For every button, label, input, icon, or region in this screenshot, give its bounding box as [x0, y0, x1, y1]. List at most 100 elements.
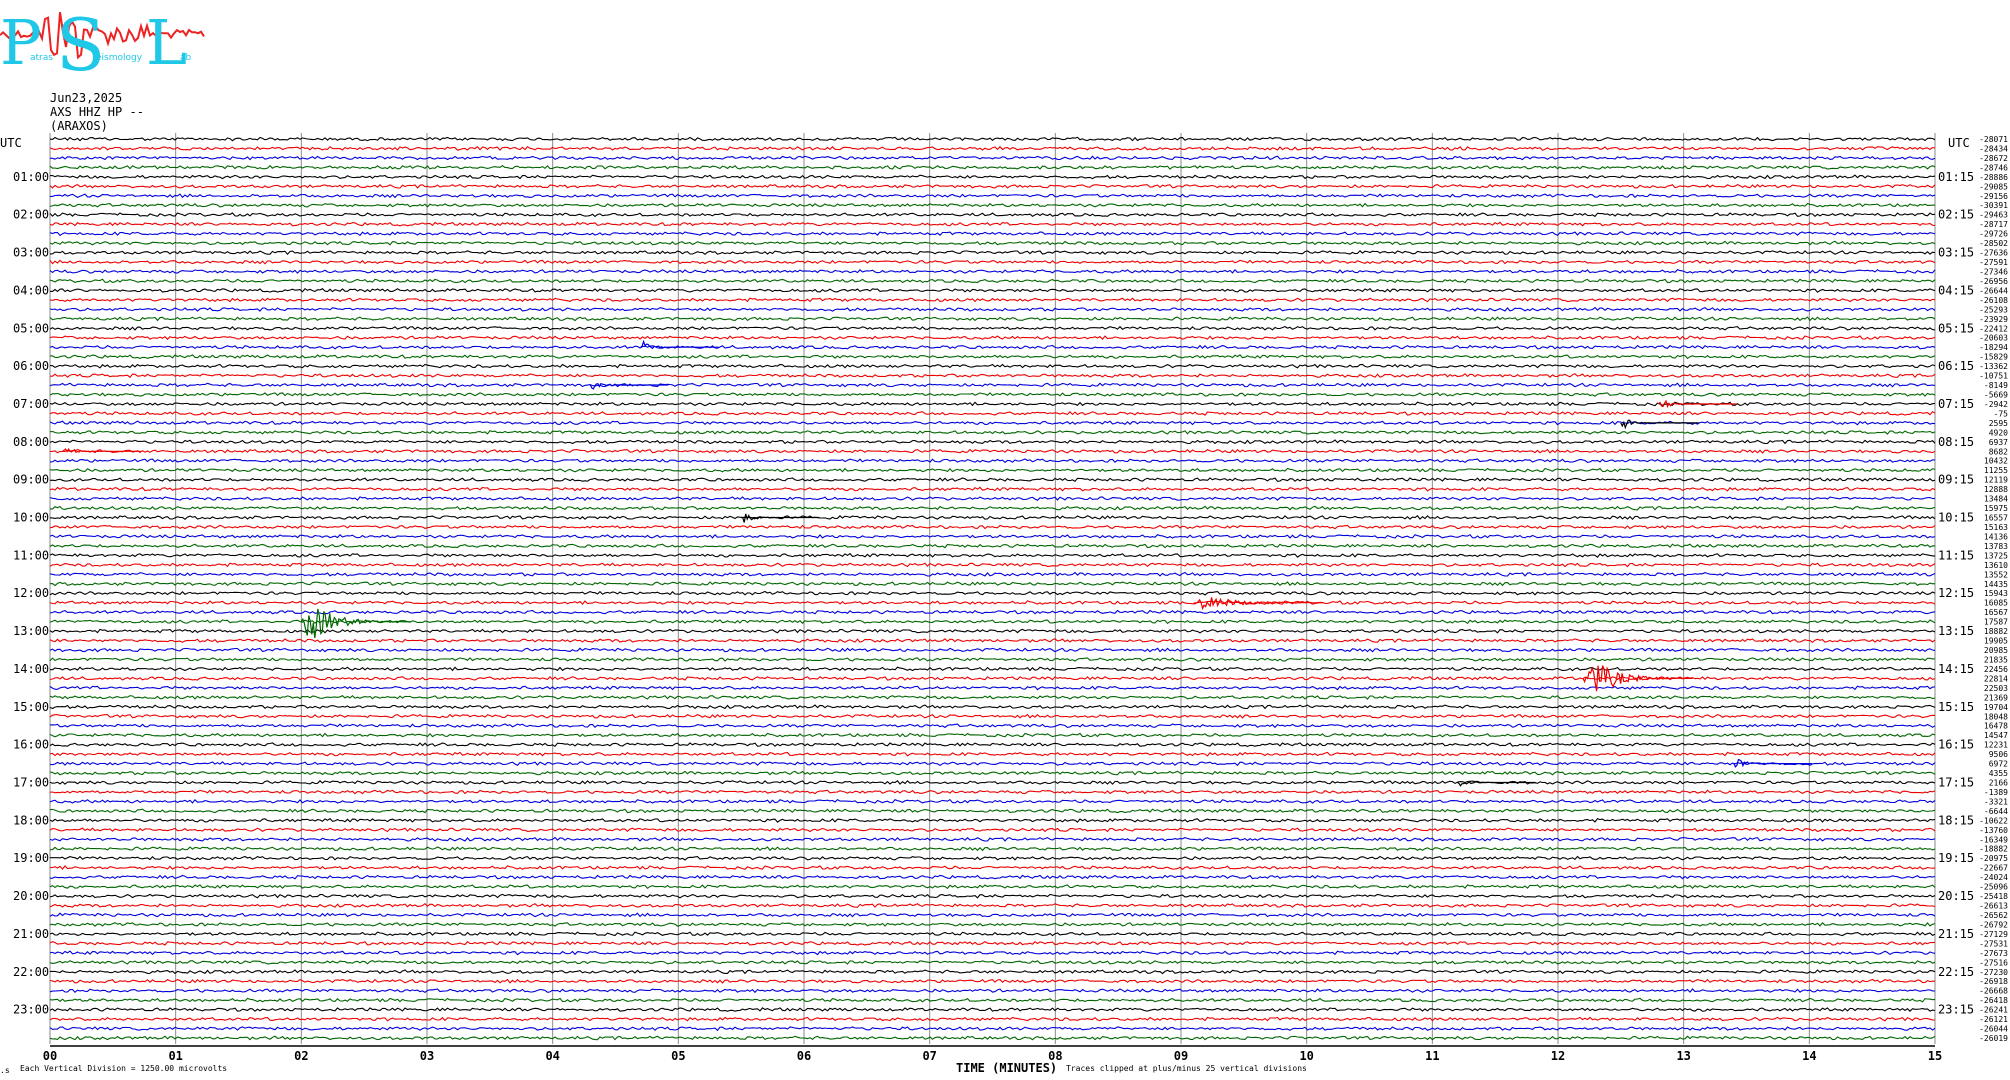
trace-93 — [49, 1016, 1936, 1022]
trace-18 — [49, 306, 1936, 312]
trace-group — [49, 136, 1936, 1041]
trace-56 — [50, 666, 1936, 672]
hour-label-left: 01:00 — [13, 170, 49, 184]
trace-24 — [49, 363, 1936, 369]
trace-offset-label: 19905 — [1984, 637, 2008, 646]
trace-28 — [49, 401, 1936, 407]
footer-division-note: Each Vertical Division = 1250.00 microvo… — [20, 1064, 228, 1073]
trace-offset-label: -26668 — [1979, 987, 2008, 996]
trace-offset-label: 16085 — [1984, 599, 2008, 608]
trace-offset-label: -20975 — [1979, 854, 2008, 863]
trace-offset-label: 13552 — [1984, 570, 2008, 579]
trace-offset-label: 13783 — [1984, 542, 2008, 551]
trace-offset-label: -18882 — [1979, 845, 2008, 854]
trace-7 — [49, 202, 1936, 208]
hour-label-left: 08:00 — [13, 435, 49, 449]
trace-offset-label: -27516 — [1979, 958, 2008, 967]
trace-26 — [49, 382, 1936, 388]
x-tick-label: 14 — [1802, 1049, 1816, 1063]
trace-offset-label: -75 — [1994, 409, 2009, 418]
trace-2 — [49, 155, 1936, 161]
hour-label-left: 09:00 — [13, 473, 49, 487]
event-9 — [1658, 399, 1737, 409]
helicorder-plot: UTC UTC 01:00 02:00 03:00 04:00 05:00 06:00 07:0… — [0, 133, 2009, 1063]
trace-84 — [49, 931, 1936, 937]
trace-offset-label: -3321 — [1984, 797, 2008, 806]
trace-offset-label: -27591 — [1979, 258, 2008, 267]
trace-94 — [49, 1026, 1936, 1032]
trace-58 — [49, 685, 1936, 691]
trace-37 — [49, 486, 1936, 492]
trace-89 — [49, 978, 1935, 984]
hour-label-left: 03:00 — [13, 246, 49, 260]
trace-85 — [49, 940, 1936, 946]
hour-label-left: 20:00 — [13, 889, 49, 903]
event-3 — [1733, 758, 1812, 768]
trace-68 — [49, 780, 1936, 785]
trace-35 — [49, 467, 1936, 473]
trace-offset-label: 4355 — [1989, 769, 2008, 778]
hour-label-right: 10:15 — [1938, 511, 1974, 525]
footer-marker: .s — [0, 1066, 10, 1075]
hour-label-right: 16:15 — [1938, 738, 1974, 752]
trace-15 — [49, 278, 1936, 284]
x-tick-label: 05 — [671, 1049, 685, 1063]
trace-offset-label: -6644 — [1984, 807, 2008, 816]
trace-offset-label: -28071 — [1979, 135, 2008, 144]
hour-label-left: 19:00 — [13, 851, 49, 865]
trace-offset-label: -26956 — [1979, 277, 2008, 286]
x-axis-title: TIME (MINUTES) — [956, 1061, 1058, 1075]
trace-23 — [49, 354, 1936, 360]
trace-46 — [49, 571, 1936, 577]
trace-offset-label: -23929 — [1979, 315, 2008, 324]
trace-95 — [49, 1035, 1936, 1041]
trace-offset-label: 20985 — [1984, 646, 2008, 655]
trace-offset-label: -13362 — [1979, 362, 2008, 371]
trace-offset-label: -26918 — [1979, 977, 2008, 986]
x-tick-label: 04 — [545, 1049, 559, 1063]
trace-offset-label: 18048 — [1984, 712, 2008, 721]
hour-label-left: 04:00 — [13, 283, 49, 297]
hour-label-left: 02:00 — [13, 208, 49, 222]
trace-13 — [49, 259, 1936, 265]
hour-label-left: 13:00 — [13, 624, 49, 638]
trace-76 — [50, 855, 1936, 861]
trace-offset-label: 6937 — [1989, 438, 2008, 447]
trace-61 — [49, 713, 1936, 719]
trace-offset-label: 16567 — [1984, 608, 2008, 617]
trace-offset-label: 4920 — [1989, 428, 2008, 437]
hour-label-left: 14:00 — [13, 662, 49, 676]
hour-label-right: 15:15 — [1938, 700, 1974, 714]
trace-54 — [49, 647, 1936, 653]
trace-83 — [49, 921, 1936, 927]
trace-offset-label: -20603 — [1979, 334, 2008, 343]
trace-offset-label: -29463 — [1979, 211, 2008, 220]
trace-offset-label: 22814 — [1984, 674, 2008, 683]
trace-45 — [49, 562, 1936, 568]
x-tick-label: 00 — [43, 1049, 57, 1063]
hour-label-right: 06:15 — [1938, 359, 1974, 373]
hour-label-right: 05:15 — [1938, 321, 1974, 335]
trace-offset-label: 21835 — [1984, 655, 2008, 664]
x-tick-label: 12 — [1551, 1049, 1565, 1063]
trace-75 — [49, 846, 1936, 852]
trace-31 — [49, 429, 1936, 435]
hour-label-left: 22:00 — [13, 965, 49, 979]
trace-offset-label: -24024 — [1979, 873, 2008, 882]
trace-offset-label: 11255 — [1984, 466, 2008, 475]
hour-label-right: 14:15 — [1938, 662, 1974, 676]
trace-21 — [49, 335, 1936, 341]
trace-offset-label: -29085 — [1979, 182, 2008, 191]
trace-offset-label: -28502 — [1979, 239, 2008, 248]
hour-label-left: 17:00 — [13, 775, 49, 789]
utc-label-right: UTC — [1948, 136, 1970, 150]
trace-offset-label: 15163 — [1984, 523, 2008, 532]
x-tick-label: 06 — [797, 1049, 811, 1063]
trace-offset-label: -26562 — [1979, 911, 2008, 920]
trace-offset-label: 17587 — [1984, 618, 2008, 627]
trace-65 — [49, 751, 1936, 757]
trace-67 — [49, 770, 1936, 776]
hour-label-right: 03:15 — [1938, 246, 1974, 260]
x-tick-label: 03 — [420, 1049, 434, 1063]
trace-8 — [49, 212, 1936, 218]
